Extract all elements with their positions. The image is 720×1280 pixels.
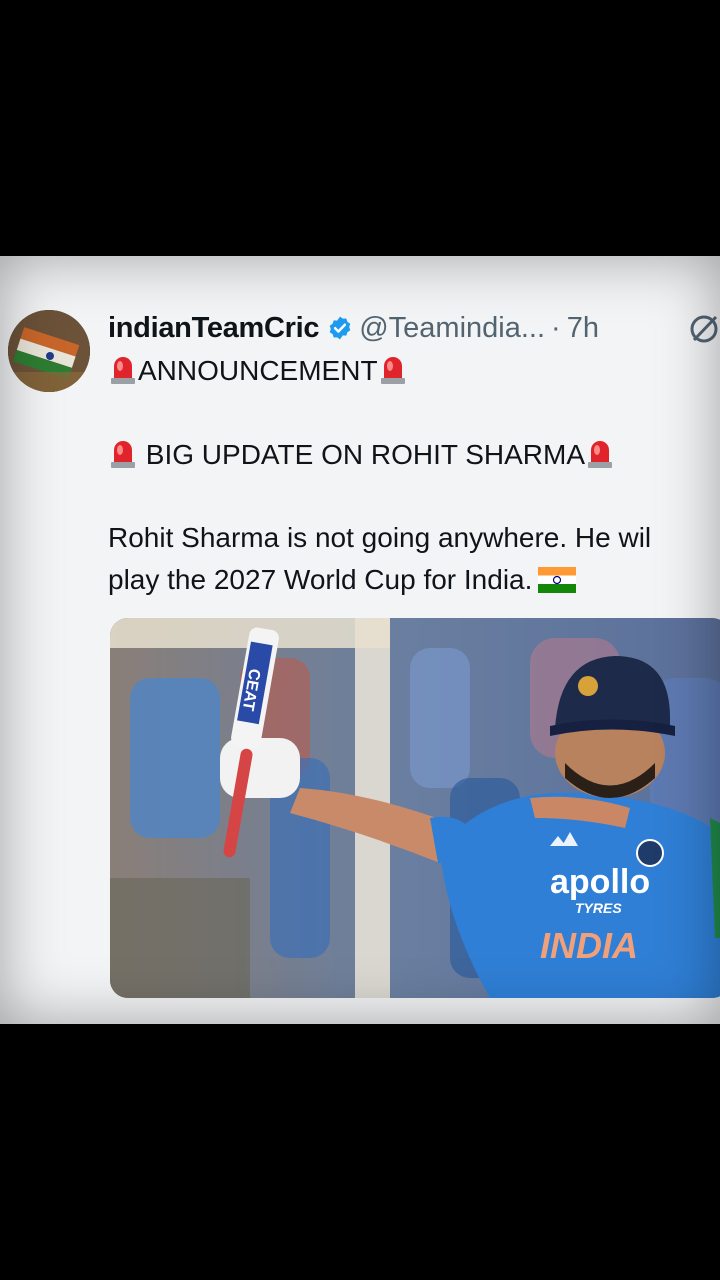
tweet-card[interactable]: indianTeamCric @Teamindia... · 7h ANNOUN… [0, 256, 720, 1024]
grok-icon[interactable] [686, 311, 720, 347]
police-light-icon [108, 352, 138, 384]
user-handle[interactable]: @Teamindia... [359, 312, 545, 345]
time-separator: · [551, 311, 561, 344]
india-flag-icon [538, 567, 577, 593]
tweet-time[interactable]: 7h [567, 312, 599, 345]
avatar[interactable] [8, 310, 90, 392]
jersey-sponsor-text: apollo [550, 863, 650, 901]
body-line-2-text: play the 2027 World Cup for India. [108, 564, 533, 595]
body-line-2: play the 2027 World Cup for India. [108, 564, 577, 596]
police-light-icon [108, 436, 138, 468]
body-line-1: Rohit Sharma is not going anywhere. He w… [108, 522, 652, 553]
display-name[interactable]: indianTeamCric [108, 312, 320, 345]
announcement-line: ANNOUNCEMENT [108, 352, 408, 387]
announcement-text: ANNOUNCEMENT [138, 355, 378, 386]
verified-badge-icon [327, 315, 353, 341]
jersey-sponsor-sub-text: TYRES [575, 900, 622, 916]
big-update-line: BIG UPDATE ON ROHIT SHARMA [108, 436, 615, 471]
tweet-photo[interactable]: CEAT apollo TYRES INDIA [110, 618, 720, 998]
police-light-icon [585, 436, 615, 468]
jersey-team-text: INDIA [540, 925, 638, 966]
tweet-action-bar[interactable] [110, 1018, 720, 1024]
big-update-text: BIG UPDATE ON ROHIT SHARMA [145, 439, 586, 470]
police-light-icon [378, 352, 408, 384]
tweet-header: indianTeamCric @Teamindia... · 7h [108, 308, 599, 348]
